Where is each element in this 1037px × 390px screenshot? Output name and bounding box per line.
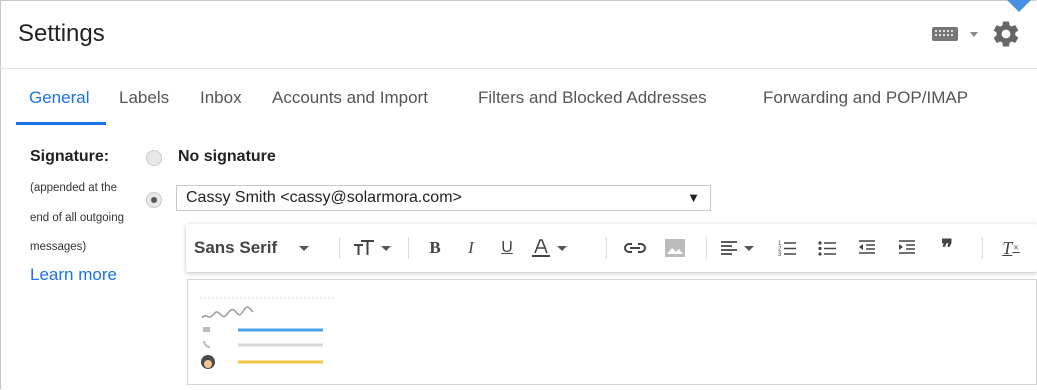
align-icon (721, 241, 737, 255)
chevron-down-icon (299, 245, 310, 251)
signature-label: Signature: (30, 148, 110, 165)
toolbar-divider (408, 237, 409, 259)
toolbar-divider (606, 237, 607, 259)
numbered-list-icon[interactable]: 1 2 3 (772, 224, 802, 272)
image-icon[interactable] (660, 224, 690, 272)
signature-select-value: Cassy Smith <cassy@solarmora.com> (186, 189, 462, 206)
remove-formatting-icon[interactable]: T × (996, 224, 1026, 272)
quote-icon[interactable]: ❞ (932, 224, 962, 272)
no-signature-radio[interactable] (146, 150, 162, 166)
svg-text:3: 3 (778, 252, 782, 257)
no-signature-label: No signature (178, 148, 276, 165)
signature-note-line: end of all outgoing (30, 212, 124, 224)
font-size-button[interactable] (344, 224, 400, 272)
signature-note-line: (appended at the (30, 182, 117, 194)
active-tab-indicator (16, 122, 106, 125)
tab-forwarding-and-pop-imap[interactable]: Forwarding and POP/IMAP (763, 88, 968, 108)
toolbar-divider (982, 237, 983, 259)
chevron-down-icon (557, 245, 567, 251)
gear-icon[interactable] (991, 19, 1021, 49)
text-color-button[interactable] (526, 224, 572, 272)
tab-labels[interactable]: Labels (119, 88, 169, 108)
select-arrow-icon: ▼ (687, 190, 700, 205)
chevron-down-icon (381, 245, 391, 251)
signature-note-line: messages) (30, 241, 87, 253)
page-title: Settings (18, 20, 105, 47)
font-family-label: Sans Serif (194, 238, 278, 257)
signature-radio[interactable] (146, 192, 162, 208)
chevron-down-icon[interactable] (970, 32, 978, 37)
header-divider (0, 68, 1037, 69)
font-size-icon (354, 240, 374, 255)
tab-accounts-and-import[interactable]: Accounts and Import (272, 88, 428, 108)
text-color-icon (532, 239, 550, 257)
formatting-toolbar: Sans Serif B I U 1 2 3 ❞ T × (186, 224, 1037, 272)
underline-icon[interactable]: U (494, 224, 520, 272)
signature-select[interactable]: Cassy Smith <cassy@solarmora.com> ▼ (176, 185, 711, 211)
keyboard-icon[interactable] (932, 27, 958, 41)
tab-filters-and-blocked-addresses[interactable]: Filters and Blocked Addresses (478, 88, 707, 108)
learn-more-link[interactable]: Learn more (30, 265, 117, 285)
tab-inbox[interactable]: Inbox (200, 88, 242, 108)
chevron-down-icon (744, 245, 754, 251)
align-button[interactable] (714, 224, 760, 272)
bold-icon[interactable]: B (422, 224, 448, 272)
toolbar-divider (706, 237, 707, 259)
pointer-marker-icon (1007, 0, 1031, 12)
indent-less-icon[interactable] (852, 224, 882, 272)
signature-illustration (200, 297, 334, 369)
font-family-select[interactable]: Sans Serif (194, 224, 334, 272)
italic-icon[interactable]: I (458, 224, 484, 272)
bulleted-list-icon[interactable] (812, 224, 842, 272)
toolbar-divider (339, 237, 340, 259)
indent-more-icon[interactable] (892, 224, 922, 272)
tab-general[interactable]: General (29, 88, 89, 108)
link-icon[interactable] (620, 224, 650, 272)
